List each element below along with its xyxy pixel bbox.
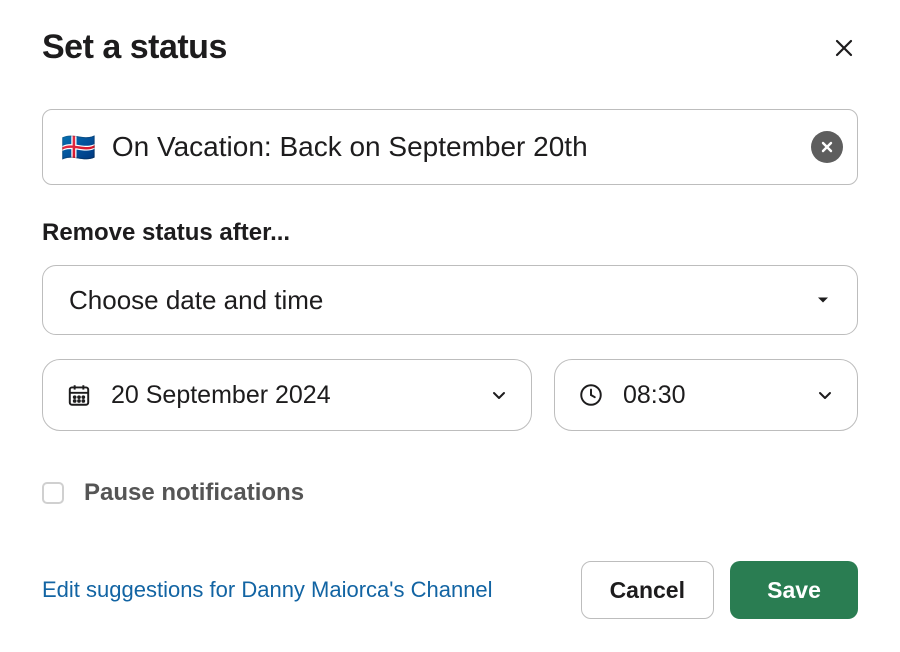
remove-after-label: Remove status after...	[42, 219, 858, 247]
chevron-down-icon	[815, 385, 835, 405]
calendar-icon	[65, 381, 93, 409]
save-button[interactable]: Save	[730, 561, 858, 619]
status-input-container[interactable]: 🇮🇸 On Vacation: Back on September 20th	[42, 109, 858, 185]
time-picker[interactable]: 08:30	[554, 359, 858, 431]
date-value: 20 September 2024	[111, 381, 489, 410]
pause-notifications-checkbox[interactable]	[42, 482, 64, 504]
cancel-button[interactable]: Cancel	[581, 561, 714, 619]
close-icon	[832, 36, 856, 60]
duration-select-value: Choose date and time	[69, 285, 323, 316]
clear-icon	[819, 139, 835, 155]
status-text-input[interactable]: On Vacation: Back on September 20th	[112, 131, 811, 163]
date-picker[interactable]: 20 September 2024	[42, 359, 532, 431]
modal-title: Set a status	[42, 28, 227, 67]
pause-notifications-row: Pause notifications	[42, 479, 858, 507]
clock-icon	[577, 381, 605, 409]
clear-status-button[interactable]	[811, 131, 843, 163]
edit-suggestions-link[interactable]: Edit suggestions for Danny Maiorca's Cha…	[42, 577, 493, 603]
time-value: 08:30	[623, 381, 815, 410]
status-emoji[interactable]: 🇮🇸	[61, 131, 96, 164]
pause-notifications-label: Pause notifications	[84, 479, 304, 507]
chevron-down-icon	[815, 292, 831, 308]
duration-select[interactable]: Choose date and time	[42, 265, 858, 335]
chevron-down-icon	[489, 385, 509, 405]
close-button[interactable]	[830, 34, 858, 62]
